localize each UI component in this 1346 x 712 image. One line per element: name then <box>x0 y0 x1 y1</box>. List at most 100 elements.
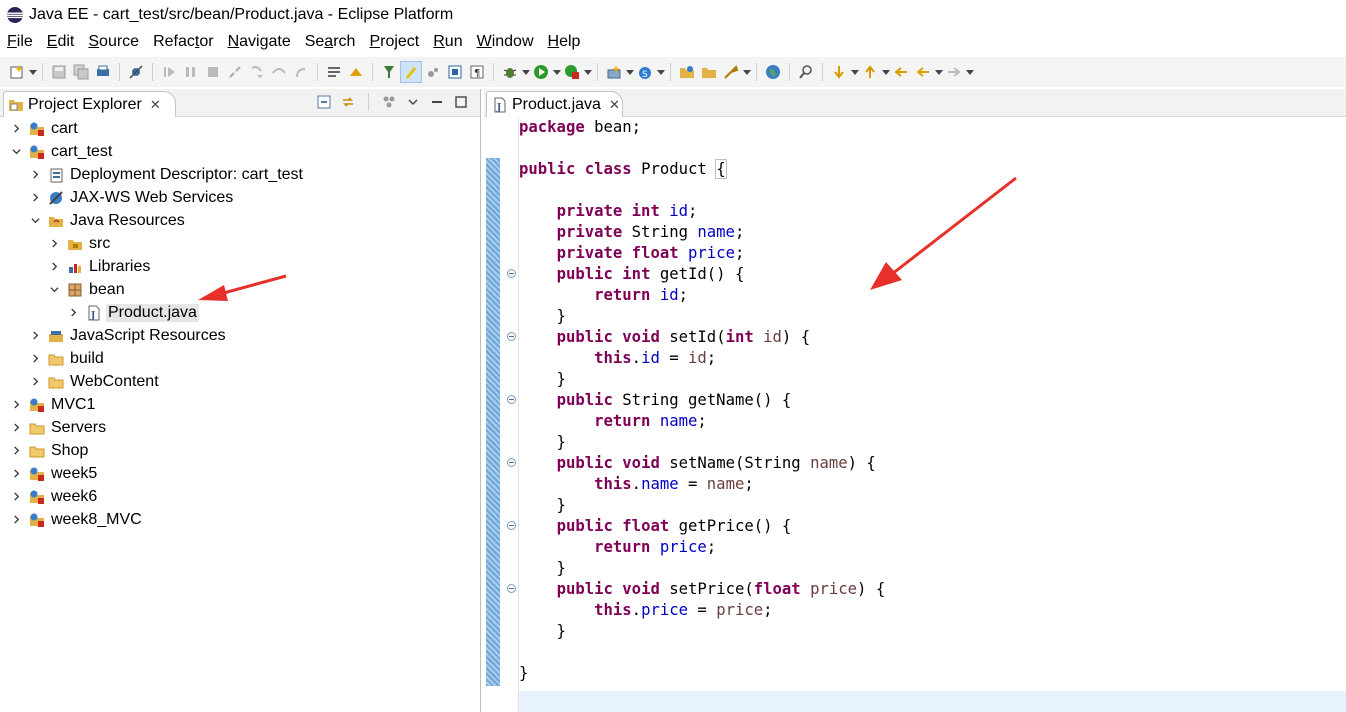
tree-item[interactable]: cart <box>0 117 480 140</box>
previous-edit-dropdown-icon[interactable] <box>881 61 890 83</box>
tree-item[interactable]: Libraries <box>0 255 480 278</box>
chevron-right-icon[interactable] <box>10 468 22 480</box>
menu-item[interactable]: Search <box>298 30 363 54</box>
menu-item[interactable]: Edit <box>40 30 82 54</box>
tab-product-java[interactable]: J Product.java ✕ <box>486 91 623 117</box>
back-icon[interactable] <box>912 61 934 83</box>
skip-breakpoints-icon[interactable] <box>125 61 147 83</box>
chevron-right-icon[interactable] <box>67 307 79 319</box>
menu-item[interactable]: Window <box>470 30 541 54</box>
open-type-icon[interactable] <box>378 61 400 83</box>
disconnect-icon[interactable] <box>224 61 246 83</box>
print-icon[interactable] <box>92 61 114 83</box>
close-icon[interactable]: ✕ <box>150 97 161 113</box>
external-tools-icon[interactable] <box>561 61 583 83</box>
fold-toggle-icon[interactable] <box>507 332 516 341</box>
forward-icon[interactable] <box>943 61 965 83</box>
view-menu-icon[interactable] <box>404 93 422 111</box>
suspend-icon[interactable] <box>180 61 202 83</box>
chevron-right-icon[interactable] <box>10 399 22 411</box>
run-dropdown-icon[interactable] <box>552 61 561 83</box>
maximize-icon[interactable] <box>452 93 470 111</box>
fold-toggle-icon[interactable] <box>507 269 516 278</box>
chevron-right-icon[interactable] <box>29 192 41 204</box>
tree-item[interactable]: src <box>0 232 480 255</box>
new-dropdown-icon[interactable] <box>28 61 37 83</box>
menu-item[interactable]: Navigate <box>221 30 298 54</box>
tree-item[interactable]: JAX-WS Web Services <box>0 186 480 209</box>
menu-item[interactable]: Source <box>81 30 146 54</box>
menu-item[interactable]: Run <box>426 30 469 54</box>
chevron-right-icon[interactable] <box>29 330 41 342</box>
tree-item[interactable]: week8_MVC <box>0 508 480 531</box>
close-icon[interactable]: ✕ <box>609 97 620 113</box>
search-icon[interactable] <box>795 61 817 83</box>
chevron-right-icon[interactable] <box>29 376 41 388</box>
open-folder-icon[interactable] <box>698 61 720 83</box>
collapse-all-icon[interactable] <box>315 93 333 111</box>
block-selection-icon[interactable] <box>444 61 466 83</box>
save-icon[interactable] <box>48 61 70 83</box>
run-icon[interactable] <box>530 61 552 83</box>
paragraph-icon[interactable]: ¶ <box>466 61 488 83</box>
tree-item[interactable]: J Product.java <box>0 301 480 324</box>
toggle-breadcrumb-icon[interactable] <box>323 61 345 83</box>
chevron-right-icon[interactable] <box>29 169 41 181</box>
tree-item[interactable]: Java Resources <box>0 209 480 232</box>
resume-icon[interactable] <box>158 61 180 83</box>
launch-dropdown-icon[interactable] <box>742 61 751 83</box>
tree-item[interactable]: Deployment Descriptor: cart_test <box>0 163 480 186</box>
back-dropdown-icon[interactable] <box>934 61 943 83</box>
save-all-icon[interactable] <box>70 61 92 83</box>
tree-item[interactable]: WebContent <box>0 370 480 393</box>
tree-item[interactable]: week5 <box>0 462 480 485</box>
mark-occurrences-icon[interactable] <box>400 61 422 83</box>
previous-edit-location-icon[interactable] <box>859 61 881 83</box>
tab-project-explorer[interactable]: Project Explorer ✕ <box>3 91 176 117</box>
debug-dropdown-icon[interactable] <box>521 61 530 83</box>
tree-item[interactable]: week6 <box>0 485 480 508</box>
minimize-icon[interactable] <box>428 93 446 111</box>
chevron-right-icon[interactable] <box>10 445 22 457</box>
tree-item[interactable]: build <box>0 347 480 370</box>
chevron-down-icon[interactable] <box>10 146 22 158</box>
chevron-right-icon[interactable] <box>10 422 22 434</box>
last-edit-location-icon[interactable] <box>890 61 912 83</box>
menu-item[interactable]: Project <box>362 30 426 54</box>
menu-item[interactable]: Help <box>541 30 588 54</box>
chevron-right-icon[interactable] <box>10 514 22 526</box>
fold-toggle-icon[interactable] <box>507 458 516 467</box>
new-java-class-dropdown-icon[interactable] <box>656 61 665 83</box>
chevron-down-icon[interactable] <box>48 284 60 296</box>
launch-icon[interactable] <box>720 61 742 83</box>
new-server-dropdown-icon[interactable] <box>625 61 634 83</box>
tree-item[interactable]: bean <box>0 278 480 301</box>
fold-toggle-icon[interactable] <box>507 584 516 593</box>
link-with-editor-icon[interactable] <box>339 93 357 111</box>
web-browser-icon[interactable] <box>762 61 784 83</box>
external-tools-dropdown-icon[interactable] <box>583 61 592 83</box>
focus-task-icon[interactable] <box>380 93 398 111</box>
tree-item[interactable]: MVC1 <box>0 393 480 416</box>
step-over-icon[interactable] <box>268 61 290 83</box>
code-area[interactable]: package bean; public class Product { priv… <box>507 117 1346 712</box>
next-annotation-icon[interactable] <box>345 61 367 83</box>
tree-item[interactable]: JavaScript Resources <box>0 324 480 347</box>
next-edit-dropdown-icon[interactable] <box>850 61 859 83</box>
forward-dropdown-icon[interactable] <box>965 61 974 83</box>
chevron-right-icon[interactable] <box>29 353 41 365</box>
menu-item[interactable]: Refactor <box>146 30 220 54</box>
chevron-right-icon[interactable] <box>10 491 22 503</box>
tree-item[interactable]: cart_test <box>0 140 480 163</box>
menu-item[interactable]: File <box>0 30 40 54</box>
debug-icon[interactable] <box>499 61 521 83</box>
show-whitespace-icon[interactable] <box>422 61 444 83</box>
chevron-down-icon[interactable] <box>29 215 41 227</box>
step-into-icon[interactable] <box>246 61 268 83</box>
fold-toggle-icon[interactable] <box>507 521 516 530</box>
step-return-icon[interactable] <box>290 61 312 83</box>
chevron-right-icon[interactable] <box>48 261 60 273</box>
tree-item[interactable]: Shop <box>0 439 480 462</box>
new-java-class-icon[interactable]: S <box>634 61 656 83</box>
chevron-right-icon[interactable] <box>48 238 60 250</box>
